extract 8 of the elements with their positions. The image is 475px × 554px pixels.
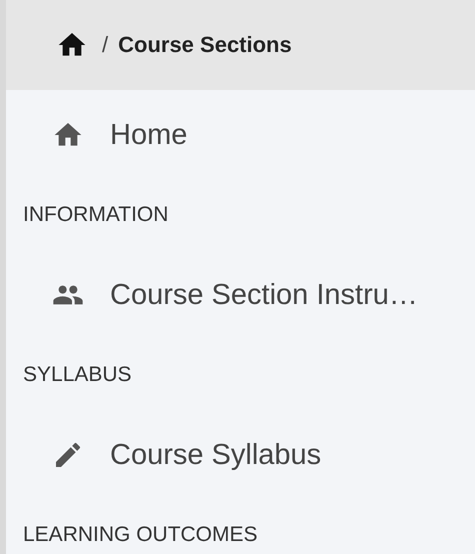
nav-item[interactable]: Home <box>6 95 475 175</box>
section-heading: SYLLABUS <box>23 363 132 387</box>
nav-item[interactable]: Course Syllabus <box>6 415 475 495</box>
breadcrumb-separator: / <box>102 32 108 58</box>
section-heading: LEARNING OUTCOMES <box>23 523 258 547</box>
breadcrumb-current: Course Sections <box>118 32 292 58</box>
nav-item[interactable]: Course Section Instru… <box>6 255 475 335</box>
section-heading: INFORMATION <box>23 203 168 227</box>
